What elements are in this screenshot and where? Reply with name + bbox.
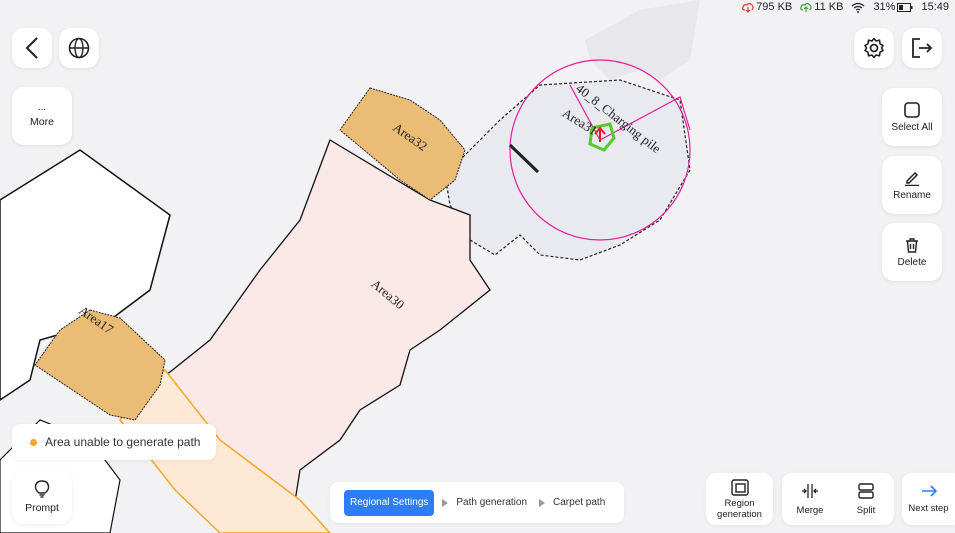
exit-button[interactable]	[902, 28, 942, 68]
next-step-group: Next step	[902, 473, 955, 525]
workflow-steps: Regional Settings Path generation Carpet…	[330, 482, 624, 523]
delete-button[interactable]: Delete	[882, 223, 942, 281]
cloud-up-icon	[800, 2, 812, 12]
more-button[interactable]: ... More	[12, 87, 72, 145]
lightbulb-icon	[34, 480, 50, 498]
next-step-button[interactable]: Next step	[902, 484, 955, 514]
status-bar: 795 KB 11 KB 31% 15:49	[742, 0, 955, 14]
upload-speed: 11 KB	[814, 1, 844, 13]
merge-button[interactable]: Merge	[782, 483, 838, 516]
prompt-button[interactable]: Prompt	[12, 470, 72, 524]
status-toast: Area unable to generate path	[12, 424, 216, 460]
more-label: More	[30, 116, 54, 128]
checkbox-icon	[904, 101, 920, 118]
battery-level: 31%	[873, 1, 896, 13]
logout-icon	[912, 38, 933, 58]
rename-label: Rename	[893, 189, 931, 201]
unexplored-region	[585, 0, 700, 80]
step-path-generation[interactable]: Path generation	[450, 497, 533, 508]
delete-label: Delete	[897, 256, 927, 268]
trash-icon	[906, 237, 918, 253]
back-button[interactable]	[12, 28, 52, 68]
region-generation-button[interactable]: Region generation	[706, 478, 773, 520]
merge-label: Merge	[796, 504, 824, 516]
clock: 15:49	[921, 1, 949, 13]
region-icon	[730, 478, 749, 496]
language-button[interactable]	[59, 28, 99, 68]
split-label: Split	[856, 504, 876, 516]
step-carpet-path[interactable]: Carpet path	[547, 497, 611, 508]
cloud-down-icon	[742, 2, 754, 13]
step-regional-settings[interactable]: Regional Settings	[344, 489, 435, 516]
chevron-left-icon	[25, 37, 38, 59]
rename-button[interactable]: Rename	[882, 156, 942, 214]
ellipsis-icon: ...	[37, 102, 47, 113]
step-arrow-icon	[442, 498, 449, 507]
split-icon	[858, 482, 874, 499]
merge-icon	[802, 483, 818, 498]
globe-icon	[68, 37, 90, 59]
select-all-label: Select All	[891, 121, 933, 133]
region-generation-label: Region generation	[717, 497, 762, 520]
download-speed: 795 KB	[756, 1, 793, 13]
warning-dot-icon	[30, 438, 37, 446]
select-all-button[interactable]: Select All	[882, 88, 942, 146]
download-indicator: 795 KB	[742, 1, 792, 13]
toast-text: Area unable to generate path	[45, 435, 201, 449]
split-button[interactable]: Split	[838, 482, 894, 516]
pencil-icon	[905, 171, 919, 186]
prompt-label: Prompt	[25, 502, 59, 514]
settings-button[interactable]	[854, 28, 894, 68]
wifi-icon	[852, 2, 865, 13]
region-generation-group: Region generation	[706, 473, 773, 525]
arrow-right-icon	[921, 484, 937, 497]
battery-icon	[897, 2, 913, 12]
merge-split-group: Merge Split	[782, 473, 894, 525]
gear-icon	[864, 37, 884, 59]
battery-indicator: 31%	[873, 1, 913, 13]
step-arrow-icon	[539, 498, 546, 507]
next-step-label: Next step	[908, 502, 949, 514]
upload-indicator: 11 KB	[800, 1, 843, 13]
